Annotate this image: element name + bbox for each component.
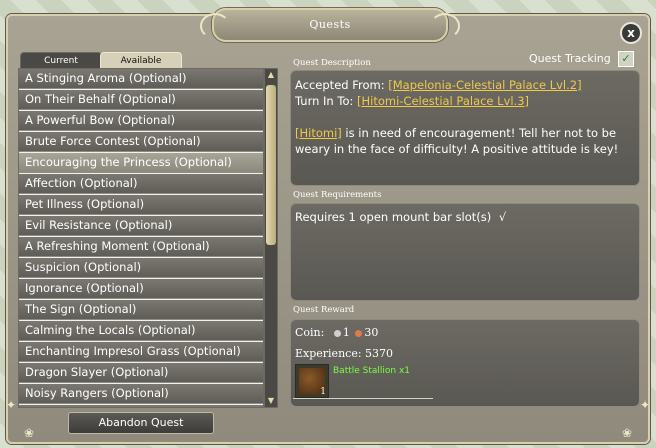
experience-reward: Experience: 5370 <box>295 347 394 360</box>
quest-list-item[interactable]: Pet Illness (Optional) <box>19 195 263 215</box>
quest-list-item[interactable]: Dragon Slayer (Optional) <box>19 363 263 383</box>
scroll-up-icon[interactable]: ▲ <box>266 70 276 80</box>
quest-description-label: Quest Description <box>293 58 371 68</box>
quest-list-item[interactable]: Encouraging the Princess (Optional) <box>19 153 263 173</box>
accepted-from-line: Accepted From: [Mapelonia-Celestial Pala… <box>295 78 582 92</box>
abandon-quest-button[interactable]: Abandon Quest <box>68 412 214 434</box>
quest-list-item[interactable]: A Refreshing Moment (Optional) <box>19 237 263 257</box>
quest-list-item[interactable]: Evil Resistance (Optional) <box>19 216 263 236</box>
requirement-met-icon: √ <box>498 210 507 224</box>
corner-ornament-icon: ❀ <box>23 426 35 440</box>
npc-link[interactable]: [Hitomi] <box>295 126 342 140</box>
quest-list-item[interactable]: Noisy Rangers (Optional) <box>19 384 263 404</box>
item-name: Battle Stallion x1 <box>333 366 411 376</box>
title-plate: Quests <box>200 8 460 42</box>
turn-in-link[interactable]: [Hitomi-Celestial Palace Lvl.3] <box>357 94 529 108</box>
quest-reward-label: Quest Reward <box>293 305 355 315</box>
battle-stallion-item-slot[interactable]: 1 <box>295 364 329 398</box>
checkmark-icon: ✓ <box>621 52 631 65</box>
requirement-line: Requires 1 open mount bar slot(s) √ <box>295 210 507 224</box>
quest-list-item[interactable]: Affection (Optional) <box>19 174 263 194</box>
quest-list-item[interactable]: Calming the Locals (Optional) <box>19 321 263 341</box>
quest-list-scrollbar[interactable]: ▲ ▼ <box>264 68 278 408</box>
quest-requirements-label: Quest Requirements <box>293 190 382 200</box>
quest-list-item[interactable]: A Powerful Bow (Optional) <box>19 111 263 131</box>
corner-ornament-icon: ✦ <box>639 398 651 412</box>
copper-coin-icon <box>355 329 363 337</box>
quest-list-item[interactable]: Brute Force Contest (Optional) <box>19 132 263 152</box>
quest-tracking-checkbox[interactable]: ✓ <box>618 51 634 67</box>
corner-ornament-icon: ❀ <box>621 426 633 440</box>
quest-tracking-label: Quest Tracking <box>529 52 611 65</box>
coin-reward: Coin: 1 30 <box>295 326 379 339</box>
scroll-thumb[interactable] <box>266 85 276 245</box>
quest-list-item[interactable]: Enchanting Impresol Grass (Optional) <box>19 342 263 362</box>
close-button[interactable]: x <box>620 22 642 44</box>
quest-requirements-box: Requires 1 open mount bar slot(s) √ <box>290 203 640 301</box>
quest-list-item[interactable]: On Their Behalf (Optional) <box>19 90 263 110</box>
quest-list-item[interactable]: The Sign (Optional) <box>19 300 263 320</box>
quest-list-item[interactable]: Monster Repellent (Main) <box>19 405 263 407</box>
corner-ornament-icon: ✦ <box>5 398 17 412</box>
scroll-down-icon[interactable]: ▼ <box>266 396 276 406</box>
quest-description-box: Accepted From: [Mapelonia-Celestial Pala… <box>290 70 640 186</box>
silver-coin-icon <box>333 329 341 337</box>
quest-body-text: [Hitomi] is in need of encouragement! Te… <box>295 126 619 156</box>
quest-list-item[interactable]: A Stinging Aroma (Optional) <box>19 69 263 89</box>
quest-list-item[interactable]: Suspicion (Optional) <box>19 258 263 278</box>
item-reward: 1 Battle Stallion x1 <box>293 362 433 399</box>
window-title: Quests <box>309 18 351 31</box>
accepted-from-link[interactable]: [Mapelonia-Celestial Palace Lvl.2] <box>388 78 581 92</box>
quest-list: A Stinging Aroma (Optional) On Their Beha… <box>18 68 264 408</box>
quest-reward-box: Coin: 1 30 Experience: 5370 1 Battle Sta… <box>290 319 640 407</box>
quest-list-item[interactable]: Ignorance (Optional) <box>19 279 263 299</box>
turn-in-line: Turn In To: [Hitomi-Celestial Palace Lvl… <box>295 94 530 108</box>
